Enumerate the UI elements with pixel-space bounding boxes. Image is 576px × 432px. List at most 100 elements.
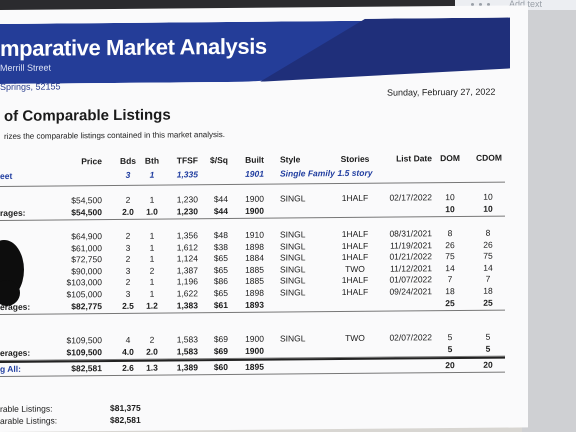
listing-list-date: 02/07/2022 bbox=[389, 332, 432, 343]
listing-bth: 1 bbox=[149, 277, 155, 288]
listing-stories: TWO bbox=[345, 263, 365, 274]
group-average-bth: 1.0 bbox=[146, 206, 158, 217]
subject-tfsf: 1,335 bbox=[176, 169, 198, 180]
subject-label: eet bbox=[0, 170, 13, 181]
overall-average-built: 1895 bbox=[245, 361, 264, 372]
overall-average-bth: 1.3 bbox=[146, 362, 158, 373]
listing-style: SINGL bbox=[280, 275, 306, 286]
listing-tfsf: 1,356 bbox=[176, 230, 198, 241]
listing-cdom: 26 bbox=[483, 239, 493, 250]
listing-cdom: 75 bbox=[483, 250, 493, 261]
listing-stories: 1HALF bbox=[341, 251, 369, 263]
listing-sq: $65 bbox=[213, 264, 228, 275]
group-average-dom: 10 bbox=[445, 203, 455, 214]
listing-sq: $65 bbox=[213, 253, 228, 264]
listing-style: SINGL bbox=[280, 287, 306, 298]
listing-built: 1900 bbox=[245, 193, 264, 204]
column-header-bth: Bth bbox=[144, 155, 160, 166]
listing-bds: 4 bbox=[125, 334, 131, 345]
column-header-price: Price bbox=[81, 156, 102, 167]
listing-price: $109,500 bbox=[66, 335, 102, 346]
listing-stories: 1HALF bbox=[341, 275, 369, 286]
listing-price: $64,900 bbox=[71, 231, 102, 242]
column-header-sq: $/Sq bbox=[210, 155, 228, 166]
listing-tfsf: 1,230 bbox=[176, 194, 198, 205]
listing-stories: 1HALF bbox=[341, 286, 369, 298]
subject-stories: 1.5 story bbox=[337, 167, 373, 179]
column-header-tfsf: TFSF bbox=[176, 155, 198, 166]
subject-bth: 1 bbox=[149, 169, 155, 180]
group-average-cdom: 25 bbox=[483, 297, 493, 308]
overall-average-price: $82,581 bbox=[71, 363, 102, 374]
listing-tfsf: 1,612 bbox=[176, 241, 198, 253]
group-averages-label: rages: bbox=[0, 207, 26, 218]
listing-built: 1885 bbox=[245, 276, 264, 287]
app-background bbox=[522, 0, 576, 432]
listing-sq: $69 bbox=[213, 334, 228, 345]
subject-bds: 3 bbox=[125, 169, 131, 180]
group-average-dom: 5 bbox=[447, 343, 453, 354]
group-average-price: $54,500 bbox=[71, 206, 102, 217]
overall-average-bds: 2.6 bbox=[122, 362, 134, 373]
group-average-tfsf: 1,583 bbox=[176, 345, 198, 357]
group-average-price: $109,500 bbox=[66, 346, 102, 358]
listing-tfsf: 1,387 bbox=[176, 265, 198, 276]
listing-bds: 3 bbox=[125, 288, 131, 299]
listing-sq: $38 bbox=[213, 241, 228, 252]
section-description: rizes the comparable listings contained … bbox=[4, 130, 225, 141]
listing-dom: 7 bbox=[447, 274, 453, 285]
listing-list-date: 01/21/2022 bbox=[389, 251, 432, 262]
group-average-sq: $69 bbox=[213, 345, 228, 356]
listing-dom: 18 bbox=[445, 286, 455, 297]
listing-style: SINGL bbox=[280, 333, 306, 344]
listing-bth: 1 bbox=[149, 288, 155, 299]
listing-list-date: 01/07/2022 bbox=[389, 274, 432, 285]
listing-sq: $44 bbox=[213, 194, 228, 205]
listing-price: $72,750 bbox=[71, 254, 102, 265]
report-city: Springs, 52155 bbox=[0, 81, 61, 92]
listing-list-date: 11/19/2021 bbox=[390, 239, 432, 251]
listing-list-date: 09/24/2021 bbox=[389, 286, 432, 297]
listing-price: $90,000 bbox=[71, 265, 102, 277]
overall-average-tfsf: 1,389 bbox=[176, 362, 198, 373]
listing-cdom: 14 bbox=[483, 262, 493, 273]
listing-list-date: 11/12/2021 bbox=[390, 263, 432, 274]
group-average-tfsf: 1,230 bbox=[176, 205, 198, 217]
listing-price: $105,000 bbox=[66, 289, 102, 300]
listing-bds: 2 bbox=[125, 277, 131, 288]
listing-cdom: 7 bbox=[485, 274, 491, 285]
listing-cdom: 18 bbox=[483, 285, 493, 296]
group-average-price: $82,775 bbox=[71, 300, 102, 311]
listing-built: 1884 bbox=[245, 252, 264, 264]
listing-bth: 1 bbox=[149, 194, 155, 205]
group-average-dom: 25 bbox=[445, 297, 455, 308]
listing-built: 1910 bbox=[245, 229, 264, 240]
subject-style: Single Family bbox=[280, 168, 335, 179]
summary-label: rable Listings: bbox=[0, 403, 53, 414]
listing-style: SINGL bbox=[280, 193, 306, 204]
listing-bth: 1 bbox=[149, 253, 155, 264]
listing-built: 1885 bbox=[245, 264, 264, 275]
group-average-bds: 2.5 bbox=[122, 300, 134, 311]
listing-cdom: 10 bbox=[483, 191, 493, 202]
listing-price: $61,000 bbox=[71, 242, 102, 253]
listing-bds: 2 bbox=[125, 230, 131, 241]
group-average-bds: 4.0 bbox=[122, 346, 134, 357]
column-header-bds: Bds bbox=[119, 155, 137, 166]
listing-stories: 1HALF bbox=[341, 228, 369, 240]
listing-cdom: 5 bbox=[485, 331, 491, 342]
group-average-cdom: 10 bbox=[483, 203, 493, 214]
listing-tfsf: 1,583 bbox=[176, 334, 198, 345]
overall-average-dom: 20 bbox=[445, 360, 455, 371]
listing-style: SINGL bbox=[280, 229, 306, 240]
listing-tfsf: 1,196 bbox=[176, 276, 198, 287]
listing-sq: $65 bbox=[213, 288, 228, 299]
listing-stories: 1HALF bbox=[341, 240, 369, 251]
listing-bds: 2 bbox=[125, 194, 131, 205]
group-averages-label: erages: bbox=[0, 347, 31, 358]
listing-stories: 1HALF bbox=[341, 192, 369, 204]
group-average-bds: 2.0 bbox=[122, 206, 134, 217]
listing-tfsf: 1,124 bbox=[176, 253, 198, 264]
column-header-cdom: CDOM bbox=[476, 152, 502, 163]
listing-bth: 1 bbox=[149, 242, 155, 253]
